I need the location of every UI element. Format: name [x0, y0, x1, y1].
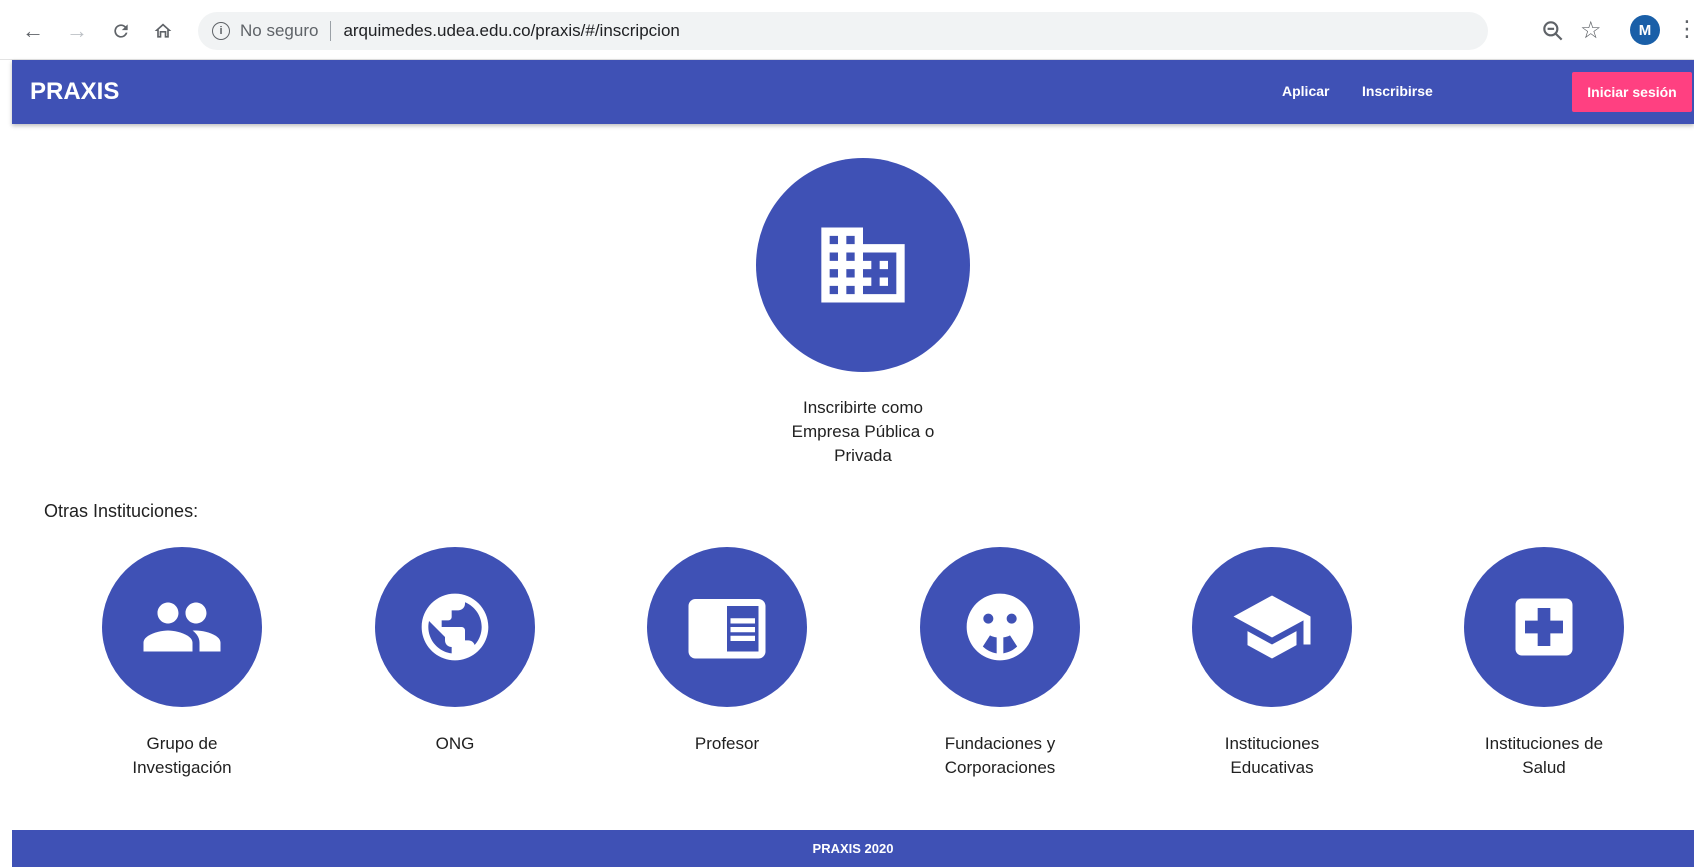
- browser-toolbar: ← → i No seguro arquimedes.udea.edu.co/p…: [0, 0, 1694, 60]
- avatar[interactable]: M: [1630, 15, 1660, 45]
- education-label: Instituciones Educativas: [1172, 732, 1372, 780]
- teacher-label: Profesor: [627, 732, 827, 756]
- research-group-option-button[interactable]: [102, 547, 262, 707]
- research-group-label: Grupo de Investigación: [82, 732, 282, 780]
- label-line: Salud: [1522, 758, 1566, 777]
- ngo-option-button[interactable]: [375, 547, 535, 707]
- local-hospital-icon: [1515, 598, 1573, 656]
- home-icon[interactable]: [148, 16, 178, 46]
- label-line: Empresa Pública o: [791, 422, 935, 441]
- company-option-label: Inscribirte como Empresa Pública o Priva…: [763, 396, 963, 468]
- apply-link[interactable]: Aplicar: [1282, 83, 1329, 99]
- chrome-reader-book-icon: [688, 599, 766, 659]
- register-link[interactable]: Inscribirse: [1362, 83, 1433, 99]
- address-divider: [330, 21, 332, 41]
- url-text[interactable]: arquimedes.udea.edu.co/praxis/#/inscripc…: [343, 21, 679, 41]
- login-button[interactable]: Iniciar sesión: [1572, 72, 1692, 112]
- foundations-option-button[interactable]: [920, 547, 1080, 707]
- star-icon[interactable]: ☆: [1580, 16, 1602, 45]
- public-globe-icon: [421, 593, 489, 661]
- health-option-button[interactable]: [1464, 547, 1624, 707]
- child-care-icon: [966, 593, 1034, 661]
- info-icon[interactable]: i: [212, 22, 230, 40]
- app-header: PRAXIS Aplicar Inscribirse Iniciar sesió…: [12, 60, 1694, 124]
- ngo-label: ONG: [355, 732, 555, 756]
- people-icon: [143, 602, 221, 652]
- label-line: Privada: [834, 446, 892, 465]
- zoom-icon[interactable]: [1540, 18, 1566, 44]
- label-line: ONG: [435, 734, 475, 753]
- label-line: Profesor: [694, 734, 760, 753]
- education-option-button[interactable]: [1192, 547, 1352, 707]
- health-label: Instituciones de Salud: [1444, 732, 1644, 780]
- company-option-button[interactable]: [756, 158, 970, 372]
- more-vert-icon[interactable]: ⋮: [1676, 16, 1694, 42]
- foundations-label: Fundaciones y Corporaciones: [900, 732, 1100, 780]
- back-arrow-icon[interactable]: ←: [18, 16, 48, 46]
- label-line: Educativas: [1230, 758, 1314, 777]
- footer: PRAXIS 2020: [12, 830, 1694, 867]
- security-label: No seguro: [240, 21, 319, 40]
- footer-text: PRAXIS 2020: [812, 841, 894, 856]
- label-line: Corporaciones: [944, 758, 1056, 777]
- domain-icon: [821, 227, 905, 303]
- forward-arrow-icon[interactable]: →: [62, 16, 92, 46]
- label-line: Instituciones de: [1484, 734, 1604, 753]
- section-title: Otras Instituciones:: [44, 501, 199, 521]
- teacher-option-button[interactable]: [647, 547, 807, 707]
- label-line: Instituciones: [1224, 734, 1320, 753]
- label-line: Fundaciones y: [944, 734, 1056, 753]
- label-line: Investigación: [132, 758, 232, 777]
- reload-icon[interactable]: [106, 16, 136, 46]
- address-bar[interactable]: i No seguro arquimedes.udea.edu.co/praxi…: [198, 12, 1488, 50]
- brand-title[interactable]: PRAXIS: [30, 78, 119, 106]
- school-icon: [1233, 595, 1311, 659]
- label-line: Grupo de: [146, 734, 218, 753]
- label-line: Inscribirte como: [803, 398, 923, 417]
